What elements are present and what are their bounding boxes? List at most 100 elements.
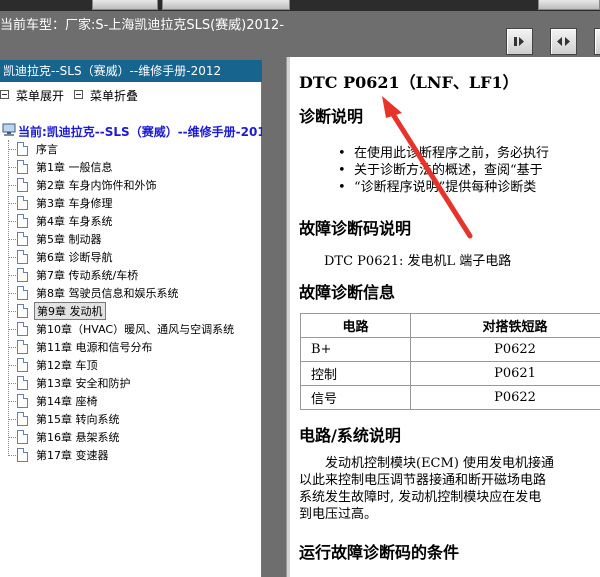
- document-icon: [17, 286, 28, 300]
- toolbar-button-partial[interactable]: [594, 28, 600, 55]
- tree-item-label: 第10章（HVAC）暖风、通风与空调系统: [36, 323, 235, 336]
- tree-connector: [8, 329, 16, 330]
- paragraph-line: 发动机控制模块(ECM) 使用发电机接通: [299, 456, 555, 471]
- tree-connector: [8, 365, 16, 366]
- tree-root-label: 当前:凯迪拉克--SLS（赛威）--维修手册-2012: [18, 125, 275, 139]
- tree-connector: [8, 437, 16, 438]
- tree-item-label: 第1章 一般信息: [36, 161, 113, 174]
- circuit-description: 发动机控制模块(ECM) 使用发电机接通 以此来控制电压调节器接通和断开磁场电路…: [299, 455, 600, 523]
- list-item: 在使用此诊断程序之前，务必执行: [338, 145, 549, 162]
- section-heading-diag-desc: 诊断说明: [299, 107, 364, 126]
- document-icon: [17, 160, 28, 174]
- menu-expand-label: 菜单展开: [16, 89, 65, 103]
- tree-item-label: 第14章 座椅: [36, 395, 98, 408]
- sidebar-title: 凯迪拉克--SLS（赛威）--维修手册-2012: [0, 60, 262, 82]
- tree-item-label: 第8章 驾驶员信息和娱乐系统: [36, 287, 179, 300]
- tree-item-label: 序言: [36, 143, 58, 156]
- list-item: “诊断程序说明”提供每种诊断类: [338, 179, 549, 196]
- section-heading-conditions: 运行故障诊断码的条件: [299, 543, 460, 562]
- document-title: DTC P0621（LNF、LF1）: [299, 73, 519, 92]
- document-icon: [17, 178, 28, 192]
- table-cell: 信号: [300, 385, 411, 410]
- table-row: 信号 P0622: [300, 385, 600, 410]
- table-header: 电路: [300, 313, 411, 338]
- document-icon: [17, 394, 28, 408]
- tree-item-label: 第4章 车身系统: [36, 215, 113, 228]
- dtc-info-table: 电路 对搭铁短路 B+ P0622 控制 P0621 信号 P0622: [300, 313, 600, 410]
- tree-connector: [8, 167, 16, 168]
- menu-collapse-label: 菜单折叠: [90, 89, 139, 103]
- table-cell: P0621: [410, 361, 600, 386]
- document-icon: [17, 232, 28, 246]
- tree-connector: [8, 419, 16, 420]
- section-heading-dtc-desc: 故障诊断码说明: [299, 219, 412, 238]
- document-icon: [17, 376, 28, 390]
- table-cell: 控制: [300, 361, 411, 386]
- document-view: DTC P0621（LNF、LF1） 诊断说明 在使用此诊断程序之前，务必执行 …: [290, 57, 600, 577]
- tree-item-label: 第12章 车顶: [36, 359, 98, 372]
- document-icon: [17, 430, 28, 444]
- table-cell: P0622: [410, 337, 600, 362]
- document-icon: [17, 322, 28, 336]
- expand-right-icon: [514, 37, 524, 46]
- top-strip: [0, 0, 600, 11]
- table-cell: P0622: [410, 385, 600, 410]
- bullet-list: 在使用此诊断程序之前，务必执行 关于诊断方法的概述，查阅“基于 “诊断程序说明”…: [338, 145, 549, 196]
- computer-icon: [2, 123, 16, 136]
- section-heading-dtc-info: 故障诊断信息: [299, 283, 396, 302]
- tree-connector: [8, 401, 16, 402]
- table-row: B+ P0622: [300, 337, 600, 362]
- tree-item-label: 第11章 电源和信号分布: [36, 341, 153, 354]
- tree-item-label: 第15章 转向系统: [36, 413, 120, 426]
- tree-item-label: 第9章 发动机: [34, 302, 106, 320]
- section-heading-circuit: 电路/系统说明: [299, 426, 401, 445]
- tree-connector: [8, 455, 16, 456]
- tree-item-label: 第3章 车身修理: [36, 197, 113, 210]
- tree-item-label: 第6章 诊断导航: [36, 251, 113, 264]
- tree-connector: [8, 383, 16, 384]
- tree-connector: [8, 311, 16, 312]
- document-icon: [17, 142, 28, 156]
- table-header: 对搭铁短路: [410, 313, 600, 338]
- document-icon: [17, 340, 28, 354]
- top-tab-button[interactable]: [162, 0, 290, 10]
- expand-icon: [0, 90, 9, 99]
- tree-connector: [8, 275, 16, 276]
- document-icon: [17, 448, 28, 462]
- chapter-tree-panel: 凯迪拉克--SLS（赛威）--维修手册-2012 菜单展开 菜单折叠 当前:凯迪…: [0, 60, 274, 577]
- tree-connector: [8, 185, 16, 186]
- tree-connector: [8, 221, 16, 222]
- app-window: { "header": { "vehicle_model": "当前车型：厂家:…: [0, 0, 600, 577]
- tree-item-label: 第17章 变速器: [36, 449, 109, 462]
- document-icon: [17, 268, 28, 282]
- vehicle-model-label: 当前车型：厂家:S-上海凯迪拉克SLS(赛威)2012-: [0, 18, 284, 33]
- collapse-icon: [74, 90, 83, 99]
- tree-connector: [8, 239, 16, 240]
- tree-connector: [8, 293, 16, 294]
- tree-item-label: 第2章 车身内饰件和外饰: [36, 179, 157, 192]
- top-tab-button[interactable]: [92, 0, 158, 10]
- document-icon: [17, 358, 28, 372]
- tree-item-label: 第16章 悬架系统: [36, 431, 120, 444]
- document-icon: [17, 214, 28, 228]
- document-icon: [17, 196, 28, 210]
- paragraph-line: 系统发生故障时, 发动机控制模块应在发电: [299, 490, 542, 505]
- vehicle-model-bar: 当前车型：厂家:S-上海凯迪拉克SLS(赛威)2012-: [0, 11, 600, 60]
- top-tab-button[interactable]: [538, 0, 600, 10]
- dtc-description: DTC P0621: 发电机L 端子电路: [324, 254, 512, 269]
- table-header-row: 电路 对搭铁短路: [300, 313, 600, 338]
- paragraph-line: 以此来控制电压调节器接通和断开磁场电路: [299, 473, 547, 488]
- tree-connector: [8, 149, 16, 150]
- fit-width-button[interactable]: [550, 28, 577, 55]
- tree-connector: [8, 257, 16, 258]
- tree-connector: [8, 140, 9, 456]
- document-icon: [17, 304, 28, 318]
- tree-item-label: 第13章 安全和防护: [36, 377, 131, 390]
- fit-width-icon: [557, 37, 570, 46]
- list-item: 关于诊断方法的概述，查阅“基于: [338, 162, 549, 179]
- tree-connector: [8, 347, 16, 348]
- table-cell: B+: [300, 337, 411, 362]
- tree-item-label: 第5章 制动器: [36, 233, 102, 246]
- expand-right-button[interactable]: [506, 28, 533, 55]
- tree-item-label: 第7章 传动系统/车桥: [36, 269, 139, 282]
